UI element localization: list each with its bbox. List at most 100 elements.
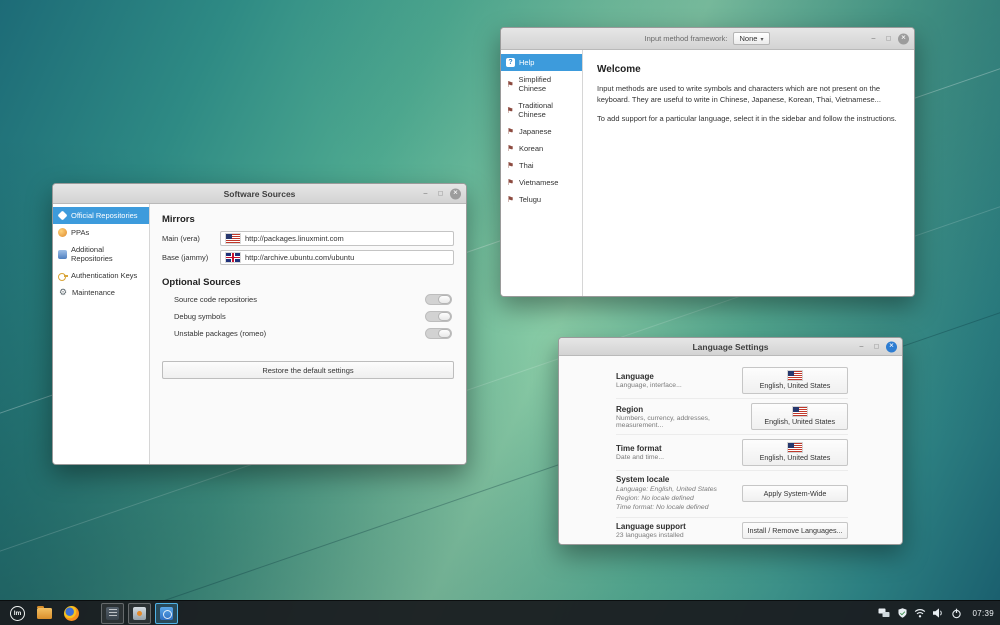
minimize-button[interactable]: – (856, 341, 867, 352)
power-icon[interactable] (949, 606, 963, 621)
files-launcher[interactable] (33, 603, 56, 624)
chevron-down-icon (760, 34, 763, 43)
linuxmint-logo-icon: lm (10, 605, 25, 621)
wifi-icon[interactable] (913, 606, 927, 621)
network-icon[interactable] (877, 606, 891, 621)
key-icon (58, 271, 68, 281)
option-label: Debug symbols (174, 312, 226, 321)
software-sources-content: Mirrors Main (vera) http://packages.linu… (150, 204, 466, 464)
button-label: Apply System-Wide (763, 489, 827, 499)
main-mirror-selector[interactable]: http://packages.linuxmint.com (220, 231, 454, 246)
language-settings-window: Language Settings – □ ✕ Language Languag… (558, 337, 903, 545)
install-remove-languages-button[interactable]: Install / Remove Languages... (742, 521, 848, 539)
flag-icon (506, 144, 515, 153)
sidebar-item-thai[interactable]: Thai (501, 157, 582, 174)
maximize-button[interactable]: □ (435, 188, 446, 199)
sidebar-item-korean[interactable]: Korean (501, 140, 582, 157)
unstable-packages-toggle[interactable] (425, 328, 452, 339)
debug-symbols-toggle[interactable] (425, 311, 452, 322)
close-button[interactable]: ✕ (450, 188, 461, 199)
locale-line-time: Time format: No locale defined (616, 504, 709, 512)
sidebar-item-telugu[interactable]: Telugu (501, 191, 582, 208)
menu-button[interactable]: lm (6, 603, 29, 624)
region-select-button[interactable]: English, United States (751, 403, 848, 430)
taskbar-tray: 07:39 (877, 601, 994, 625)
software-sources-body: Official Repositories PPAs Additional Re… (53, 204, 466, 464)
input-method-titlebar[interactable]: Input method framework: None – □ ✕ (501, 28, 914, 50)
sidebar-item-official-repositories[interactable]: Official Repositories (53, 207, 149, 224)
update-shield-icon[interactable] (895, 606, 909, 621)
software-sources-icon (133, 606, 146, 620)
sidebar-item-maintenance[interactable]: Maintenance (53, 284, 149, 301)
row-title: Language (616, 372, 654, 381)
mirror-url: http://packages.linuxmint.com (245, 234, 344, 243)
sidebar-item-traditional-chinese[interactable]: Traditional Chinese (501, 97, 582, 123)
row-subtitle: Numbers, currency, addresses, measuremen… (616, 414, 710, 429)
sidebar-item-additional-repositories[interactable]: Additional Repositories (53, 241, 149, 267)
welcome-paragraph-2: To add support for a particular language… (597, 113, 897, 123)
window-controls: – □ ✕ (420, 188, 461, 199)
sidebar-item-label: Korean (519, 144, 544, 153)
window-controls: – □ ✕ (868, 33, 909, 44)
flag-icon (506, 161, 515, 170)
additional-repos-icon (58, 249, 67, 259)
mirrors-heading: Mirrors (162, 214, 195, 225)
time-format-row: Time format Date and time... English, Un… (616, 435, 848, 471)
base-mirror-selector[interactable]: http://archive.ubuntu.com/ubuntu (220, 250, 454, 265)
language-select-button[interactable]: English, United States (742, 367, 848, 394)
locale-line-region: Region: No locale defined (616, 495, 694, 503)
sidebar-item-vietnamese[interactable]: Vietnamese (501, 174, 582, 191)
sidebar-item-label: Japanese (519, 127, 552, 136)
us-flag-icon (787, 442, 803, 453)
language-settings-titlebar[interactable]: Language Settings – □ ✕ (559, 338, 902, 356)
taskbar: lm 07:39 (0, 600, 1000, 625)
us-flag-icon (787, 370, 803, 381)
system-locale-row: System locale Language: English, United … (616, 471, 848, 518)
volume-icon[interactable] (931, 606, 945, 621)
row-title: System locale (616, 475, 670, 484)
close-button[interactable]: ✕ (886, 341, 897, 352)
source-code-toggle[interactable] (425, 294, 452, 305)
apply-system-wide-button[interactable]: Apply System-Wide (742, 485, 848, 503)
clock[interactable]: 07:39 (972, 609, 994, 618)
ppa-icon (58, 228, 67, 237)
software-sources-titlebar[interactable]: Software Sources – □ ✕ (53, 184, 466, 204)
sidebar-item-ppas[interactable]: PPAs (53, 224, 149, 241)
option-label: Unstable packages (romeo) (174, 329, 267, 338)
time-format-select-button[interactable]: English, United States (742, 439, 848, 466)
taskbar-window-input-method[interactable] (101, 602, 124, 624)
sidebar-item-japanese[interactable]: Japanese (501, 123, 582, 140)
taskbar-window-software-sources[interactable] (128, 602, 151, 624)
optional-sources-heading: Optional Sources (162, 277, 241, 288)
row-subtitle: Date and time... (616, 454, 664, 461)
firefox-launcher[interactable] (60, 603, 83, 624)
us-flag-icon (225, 233, 241, 244)
toggle-knob (438, 295, 451, 304)
restore-defaults-button[interactable]: Restore the default settings (162, 361, 454, 379)
option-row-unstable-packages: Unstable packages (romeo) (162, 328, 454, 339)
row-text: Region Numbers, currency, addresses, mea… (616, 405, 751, 429)
taskbar-window-language-settings[interactable] (155, 602, 178, 624)
window-title: Software Sources (223, 188, 296, 199)
button-label: English, United States (759, 381, 831, 390)
locale-line-language: Language: English, United States (616, 486, 717, 493)
maximize-button[interactable]: □ (871, 341, 882, 352)
uk-flag-icon (225, 252, 241, 263)
close-button[interactable]: ✕ (898, 33, 909, 44)
option-row-debug-symbols: Debug symbols (162, 311, 454, 322)
input-method-sidebar: Help Simplified Chinese Traditional Chin… (501, 50, 583, 296)
maximize-button[interactable]: □ (883, 33, 894, 44)
sidebar-item-authentication-keys[interactable]: Authentication Keys (53, 267, 149, 284)
sidebar-item-label: Authentication Keys (71, 271, 138, 280)
row-title: Time format (616, 444, 662, 453)
minimize-button[interactable]: – (868, 33, 879, 44)
sidebar-item-simplified-chinese[interactable]: Simplified Chinese (501, 71, 582, 97)
button-label: Install / Remove Languages... (747, 525, 843, 535)
software-sources-sidebar: Official Repositories PPAs Additional Re… (53, 204, 150, 464)
row-text: Language support 23 languages installed (616, 522, 692, 539)
row-subtitle: Language, interface... (616, 382, 682, 389)
sidebar-item-help[interactable]: Help (501, 54, 582, 71)
flag-icon (506, 195, 515, 204)
minimize-button[interactable]: – (420, 188, 431, 199)
input-method-framework-dropdown[interactable]: None (732, 32, 771, 45)
